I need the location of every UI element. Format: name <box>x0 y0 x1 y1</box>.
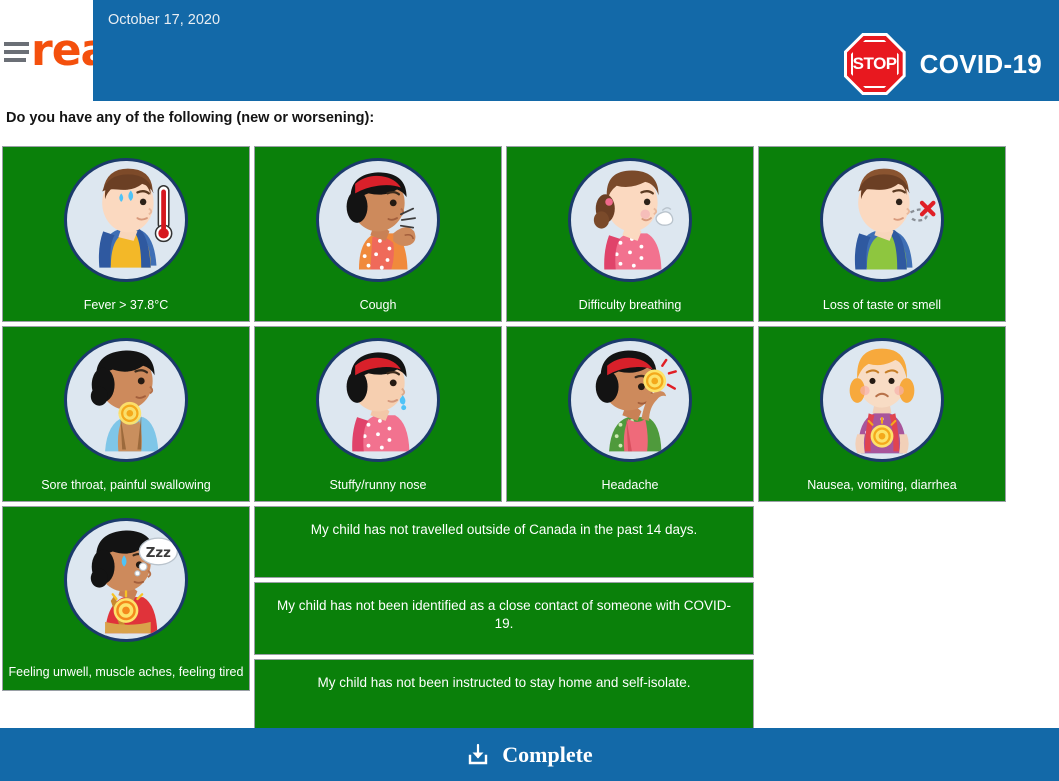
symptom-row: Zzz Feeling unwell, muscle aches, feelin… <box>2 506 1010 731</box>
stop-sign-label: STOP <box>852 54 897 73</box>
symptom-label: Loss of taste or smell <box>822 298 942 312</box>
download-save-icon <box>469 743 488 764</box>
nausea-icon <box>820 338 944 462</box>
cough-icon <box>316 158 440 282</box>
header-bar: October 17, 2020 STOP COVID-19 <box>93 0 1059 101</box>
symptom-row: Fever > 37.8°C Cough Difficulty breathin… <box>2 146 1010 322</box>
runny-nose-icon <box>316 338 440 462</box>
symptom-label: Difficulty breathing <box>578 298 682 312</box>
symptom-label: Nausea, vomiting, diarrhea <box>807 478 957 492</box>
symptom-tile-nausea[interactable]: Nausea, vomiting, diarrhea <box>758 326 1006 502</box>
sore-throat-icon <box>64 338 188 462</box>
symptom-tile-difficulty-breathing[interactable]: Difficulty breathing <box>506 146 754 322</box>
page-title: Do you have any of the following (new or… <box>6 110 375 126</box>
symptom-tile-cough[interactable]: Cough <box>254 146 502 322</box>
symptom-label: Sore throat, painful swallowing <box>41 478 211 492</box>
stop-sign-icon: STOP <box>843 33 906 95</box>
symptom-label: Headache <box>601 478 659 492</box>
app-header: rea October 17, 2020 STOP COVID-19 <box>0 0 1059 101</box>
symptom-label: Fever > 37.8°C <box>83 298 169 312</box>
declaration-self-isolate[interactable]: My child has not been instructed to stay… <box>254 659 754 731</box>
fatigue-icon: Zzz <box>64 518 188 642</box>
declaration-list: My child has not travelled outside of Ca… <box>254 506 754 731</box>
complete-button[interactable]: Complete <box>0 728 1059 781</box>
fever-thermometer-icon <box>64 158 188 282</box>
symptom-grid: Fever > 37.8°C Cough Difficulty breathin… <box>2 146 1010 735</box>
svg-text:Zzz: Zzz <box>146 546 171 561</box>
complete-button-label: Complete <box>502 741 593 767</box>
symptom-row: Sore throat, painful swallowing Stuffy/r… <box>2 326 1010 502</box>
logo-zone: rea <box>0 0 110 101</box>
symptom-tile-runny-nose[interactable]: Stuffy/runny nose <box>254 326 502 502</box>
symptom-label: Stuffy/runny nose <box>329 478 427 492</box>
declaration-travel[interactable]: My child has not travelled outside of Ca… <box>254 506 754 578</box>
symptom-label: Cough <box>359 298 397 312</box>
symptom-tile-loss-of-taste-smell[interactable]: Loss of taste or smell <box>758 146 1006 322</box>
headache-icon <box>568 338 692 462</box>
symptom-label: Feeling unwell, muscle aches, feeling ti… <box>8 665 244 679</box>
header-date: October 17, 2020 <box>108 12 221 28</box>
symptom-tile-sore-throat[interactable]: Sore throat, painful swallowing <box>2 326 250 502</box>
declaration-close-contact[interactable]: My child has not been identified as a cl… <box>254 582 754 655</box>
hamburger-menu-icon[interactable] <box>4 40 29 62</box>
difficulty-breathing-icon <box>568 158 692 282</box>
covid-banner: STOP COVID-19 <box>843 33 1042 95</box>
symptom-tile-fever[interactable]: Fever > 37.8°C <box>2 146 250 322</box>
covid-title: COVID-19 <box>919 48 1042 79</box>
loss-of-smell-icon <box>820 158 944 282</box>
symptom-tile-feeling-unwell[interactable]: Zzz Feeling unwell, muscle aches, feelin… <box>2 506 250 691</box>
symptom-tile-headache[interactable]: Headache <box>506 326 754 502</box>
